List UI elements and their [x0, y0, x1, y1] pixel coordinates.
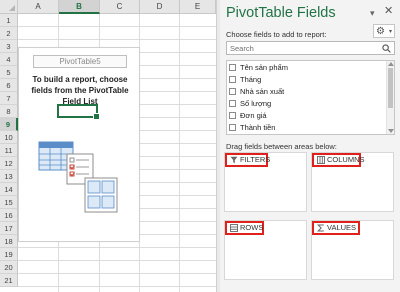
rows-drop-zone[interactable] [225, 237, 306, 279]
select-all-triangle [9, 5, 15, 11]
field-checkbox[interactable] [229, 76, 236, 83]
row-header-10[interactable]: 10 [0, 131, 18, 144]
tools-button[interactable]: ⚙ ▾ [373, 24, 395, 38]
column-header-d[interactable]: D [140, 0, 180, 14]
rows-icon [230, 224, 238, 232]
choose-fields-label: Choose fields to add to report: [226, 30, 327, 39]
row-header-5[interactable]: 5 [0, 66, 18, 79]
columns-area[interactable]: COLUMNS [311, 152, 394, 212]
scroll-thumb[interactable] [388, 68, 393, 108]
field-item-nha-san-xuat[interactable]: Nhà sản xuất [229, 86, 384, 97]
field-item-thang[interactable]: Tháng [229, 74, 384, 85]
gridline [18, 247, 216, 248]
pivot-table-illustration-icon [38, 141, 118, 213]
field-item-ten-san-pham[interactable]: Tên sản phẩm [229, 62, 384, 73]
field-list[interactable]: Tên sản phẩm Tháng Nhà sản xuất Số lượng… [226, 60, 395, 135]
gridline [18, 39, 216, 40]
active-cell-b9[interactable] [57, 104, 100, 120]
field-item-don-gia[interactable]: Đơn giá [229, 110, 384, 121]
search-icon[interactable] [382, 44, 391, 53]
field-label: Nhà sản xuất [240, 87, 285, 96]
select-all-corner[interactable] [0, 0, 18, 14]
sigma-icon [317, 224, 324, 232]
field-label: Đơn giá [240, 111, 267, 120]
pane-title: PivotTable Fields [226, 5, 336, 21]
row-header-19[interactable]: 19 [0, 248, 18, 261]
field-item-thanh-tien[interactable]: Thành tiền [229, 122, 384, 133]
filters-drop-zone[interactable] [225, 169, 306, 211]
search-input[interactable] [230, 43, 375, 54]
columns-drop-zone[interactable] [312, 169, 393, 211]
gridline [18, 260, 216, 261]
field-list-scrollbar[interactable] [386, 61, 394, 134]
pane-footer [220, 283, 400, 292]
filter-icon [230, 156, 238, 164]
row-header-14[interactable]: 14 [0, 183, 18, 196]
gridline [18, 286, 216, 287]
pivot-table-instructions: To build a report, choose fields from th… [31, 75, 129, 106]
row-header-9[interactable]: 9 [0, 118, 18, 131]
row-header-13[interactable]: 13 [0, 170, 18, 183]
row-header-20[interactable]: 20 [0, 261, 18, 274]
columns-icon [317, 156, 325, 164]
filters-area-label: FILTERS [240, 155, 271, 164]
row-header-3[interactable]: 3 [0, 40, 18, 53]
values-area-header: VALUES [312, 221, 360, 235]
row-header-18[interactable]: 18 [0, 235, 18, 248]
column-header-c[interactable]: C [100, 0, 140, 14]
field-checkbox[interactable] [229, 100, 236, 107]
row-header-7[interactable]: 7 [0, 92, 18, 105]
row-header-21[interactable]: 21 [0, 274, 18, 287]
column-header-e[interactable]: E [180, 0, 216, 14]
close-icon[interactable]: ✕ [384, 6, 394, 17]
field-checkbox[interactable] [229, 124, 236, 131]
row-header-6[interactable]: 6 [0, 79, 18, 92]
field-label: Tháng [240, 75, 262, 84]
search-box[interactable] [226, 41, 395, 55]
scroll-up-icon[interactable] [388, 62, 394, 66]
scroll-down-icon[interactable] [388, 129, 394, 133]
row-header-16[interactable]: 16 [0, 209, 18, 222]
rows-area-label: ROWS [240, 223, 264, 232]
values-area-label: VALUES [327, 223, 357, 232]
row-header-17[interactable]: 17 [0, 222, 18, 235]
columns-area-label: COLUMNS [327, 155, 365, 164]
columns-area-header: COLUMNS [312, 153, 365, 167]
rows-area-header: ROWS [225, 221, 264, 235]
row-header-8[interactable]: 8 [0, 105, 18, 118]
gridline [179, 14, 180, 292]
values-drop-zone[interactable] [312, 237, 393, 279]
gear-icon: ⚙ [376, 26, 385, 37]
row-header-2[interactable]: 2 [0, 27, 18, 40]
filters-area-header: FILTERS [225, 153, 271, 167]
gridline [18, 273, 216, 274]
column-header-b[interactable]: B [59, 0, 100, 14]
field-label: Thành tiền [240, 123, 276, 132]
field-label: Số lượng [240, 99, 272, 108]
row-header-12[interactable]: 12 [0, 157, 18, 170]
gridline [18, 26, 216, 27]
column-header-a[interactable]: A [18, 0, 59, 14]
pivot-table-name: PivotTable5 [33, 55, 127, 68]
drag-fields-label: Drag fields between areas below: [226, 142, 337, 151]
field-item-so-luong[interactable]: Số lượng [229, 98, 384, 109]
row-header-4[interactable]: 4 [0, 53, 18, 66]
field-checkbox[interactable] [229, 88, 236, 95]
row-header-15[interactable]: 15 [0, 196, 18, 209]
pivot-table-fields-pane: PivotTable Fields ▾ ✕ Choose fields to a… [220, 0, 400, 292]
field-checkbox[interactable] [229, 64, 236, 71]
field-checkbox[interactable] [229, 112, 236, 119]
field-label: Tên sản phẩm [240, 63, 288, 72]
values-area[interactable]: VALUES [311, 220, 394, 280]
filters-area[interactable]: FILTERS [224, 152, 307, 212]
pivot-table-placeholder[interactable]: PivotTable5 To build a report, choose fi… [18, 47, 140, 242]
chevron-down-icon[interactable]: ▾ [370, 8, 380, 18]
row-header-11[interactable]: 11 [0, 144, 18, 157]
row-header-1[interactable]: 1 [0, 14, 18, 27]
spreadsheet-grid[interactable]: A B C D E 1 2 3 4 5 6 7 8 9 10 11 12 13 … [0, 0, 216, 292]
chevron-down-icon: ▾ [388, 29, 392, 35]
rows-area[interactable]: ROWS [224, 220, 307, 280]
